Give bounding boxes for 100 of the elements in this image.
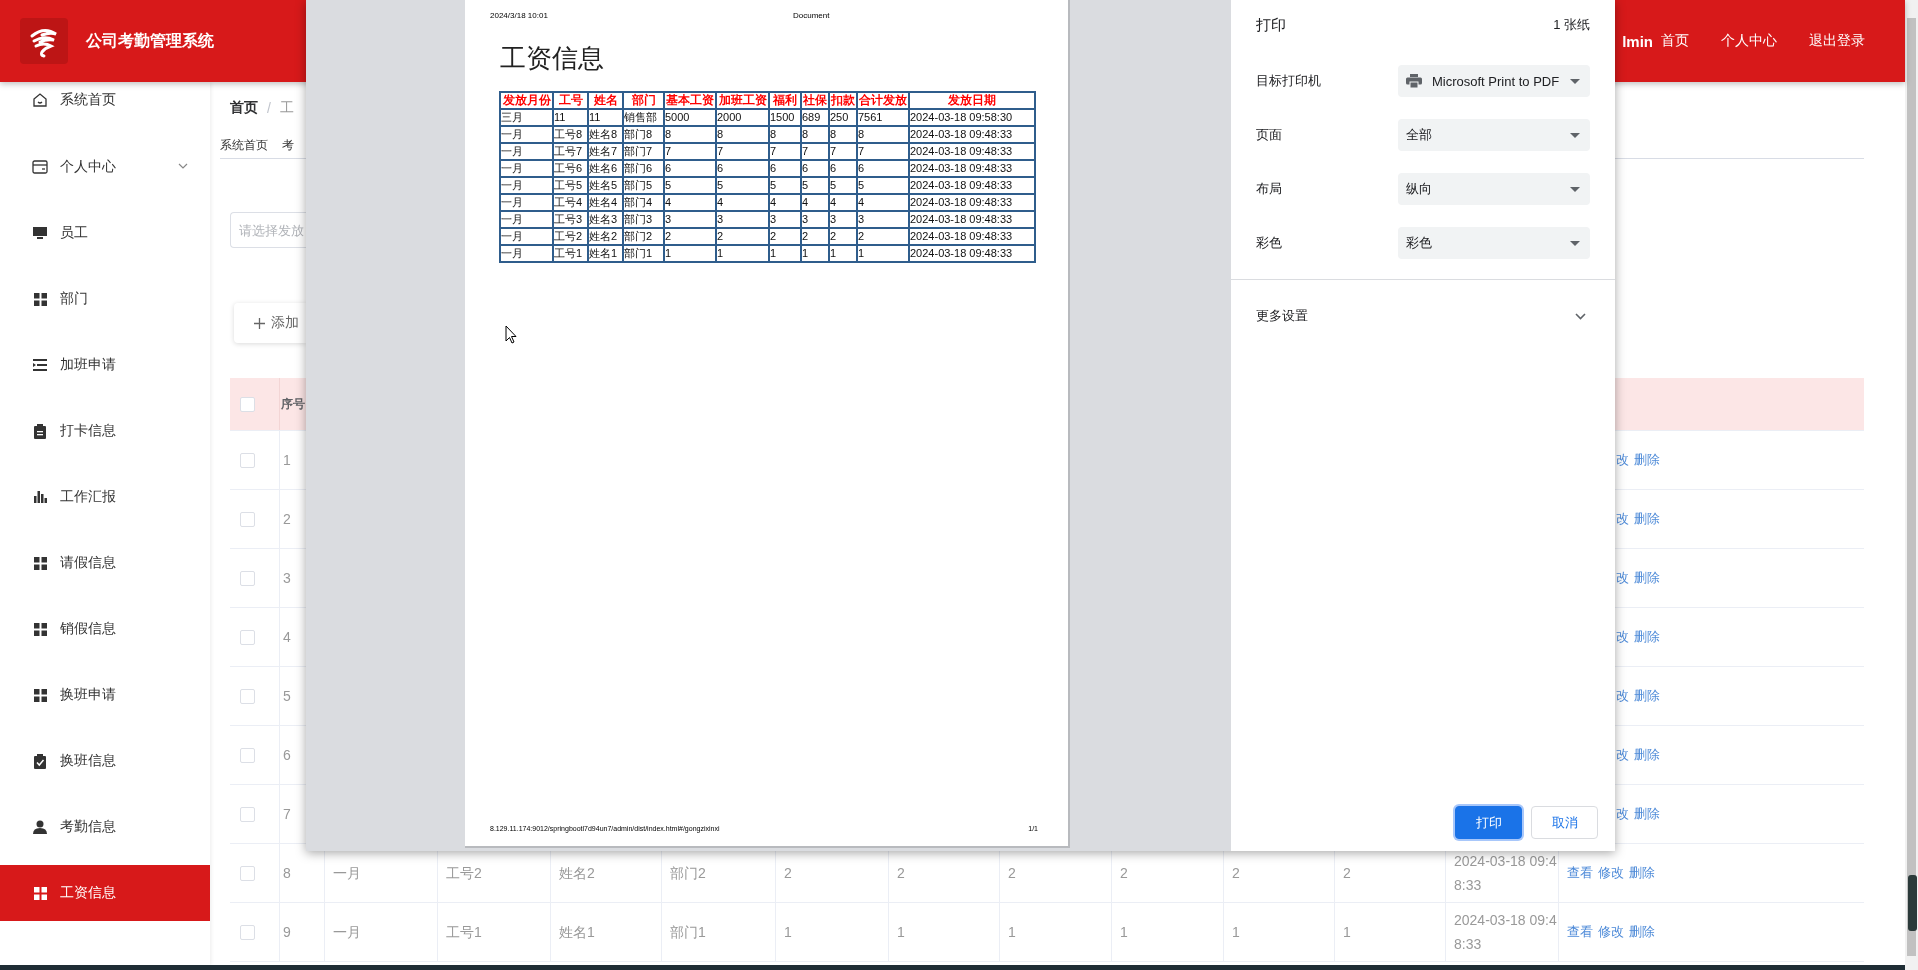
action-link[interactable]: 改 xyxy=(1616,746,1629,764)
action-link[interactable]: 改 xyxy=(1616,510,1629,528)
more-settings-toggle[interactable]: 更多设置 xyxy=(1256,298,1590,334)
printer-icon xyxy=(1406,74,1422,88)
table-cell: 三月 xyxy=(500,109,553,126)
sidebar-item[interactable]: 销假信息 xyxy=(0,601,210,657)
table-cell: 姓名5 xyxy=(588,177,623,194)
action-link[interactable]: 删除 xyxy=(1634,746,1660,764)
table-cell: 2 xyxy=(829,228,857,245)
nav-link[interactable]: 个人中心 xyxy=(1721,32,1777,50)
action-link[interactable]: 修改 xyxy=(1598,923,1624,941)
table-cell: 3 xyxy=(769,211,801,228)
table-cell: 2 xyxy=(857,228,909,245)
dialog-title: 打印 xyxy=(1256,15,1286,35)
column-header: 扣款 xyxy=(829,92,857,109)
sidebar-item[interactable]: 请假信息 xyxy=(0,535,210,591)
search-field[interactable]: 请选择发放 xyxy=(230,212,306,248)
site-title: 公司考勤管理系统 xyxy=(86,30,214,51)
table-cell: 部门8 xyxy=(623,126,664,143)
sidebar-item[interactable]: 换班申请 xyxy=(0,667,210,723)
table-cell: 4 xyxy=(829,194,857,211)
action-link[interactable]: 删除 xyxy=(1634,628,1660,646)
checkbox[interactable] xyxy=(240,629,255,645)
bar-chart-icon xyxy=(33,491,47,503)
action-link[interactable]: 改 xyxy=(1616,687,1629,705)
page-tab[interactable]: 系统首页 xyxy=(220,136,268,154)
table-cell-text: 部门1 xyxy=(670,923,706,942)
nav-link[interactable]: 首页 xyxy=(1661,32,1689,50)
action-link[interactable]: 删除 xyxy=(1634,451,1660,469)
checkbox[interactable] xyxy=(240,688,255,704)
table-cell-text: 一月 xyxy=(333,923,361,942)
table-cell-text: 2 xyxy=(897,864,905,883)
action-link[interactable]: 查看 xyxy=(1567,864,1593,882)
checkbox[interactable] xyxy=(240,511,255,527)
sidebar-item[interactable]: 换班信息 xyxy=(0,733,210,789)
action-link[interactable]: 改 xyxy=(1616,805,1629,823)
checkbox[interactable] xyxy=(240,396,255,412)
table-cell: 5 xyxy=(716,177,769,194)
breadcrumb-item[interactable]: 工 xyxy=(279,99,294,117)
sidebar-item[interactable]: 系统首页 xyxy=(0,82,210,118)
table-cell: 3 xyxy=(801,211,829,228)
column-header: 部门 xyxy=(623,92,664,109)
action-link[interactable]: 查看 xyxy=(1567,923,1593,941)
checkbox[interactable] xyxy=(240,806,255,822)
table-cell: 1 xyxy=(283,452,291,468)
setting-dropdown[interactable]: 全部 xyxy=(1398,119,1590,151)
table-cell: 7 xyxy=(283,806,291,822)
setting-dropdown[interactable]: Microsoft Print to PDF xyxy=(1398,65,1590,97)
breadcrumb-item[interactable]: 首页 xyxy=(230,99,258,117)
sidebar-item[interactable]: 员工 xyxy=(0,205,210,261)
action-link[interactable]: 删除 xyxy=(1629,864,1655,882)
setting-dropdown[interactable]: 彩色 xyxy=(1398,227,1590,259)
table-cell: 9 xyxy=(283,924,291,940)
checkbox[interactable] xyxy=(240,452,255,468)
table-cell-text: 1 xyxy=(1008,923,1016,942)
action-link[interactable]: 删除 xyxy=(1634,510,1660,528)
add-button[interactable]: 添加 xyxy=(234,303,306,343)
action-link[interactable]: 删除 xyxy=(1634,805,1660,823)
table-cell: 2 xyxy=(801,228,829,245)
action-link[interactable]: 改 xyxy=(1616,628,1629,646)
action-link[interactable]: 删除 xyxy=(1634,569,1660,587)
checkbox[interactable] xyxy=(240,865,255,881)
action-link[interactable]: 改 xyxy=(1616,451,1629,469)
action-link[interactable]: 修改 xyxy=(1598,864,1624,882)
table-cell: 6 xyxy=(801,160,829,177)
sidebar-item[interactable]: 考勤信息 xyxy=(0,799,210,855)
card-icon xyxy=(32,160,48,174)
table-cell: 250 xyxy=(829,109,857,126)
table-cell: 5 xyxy=(769,177,801,194)
page-tab[interactable]: 考 xyxy=(282,136,294,154)
sidebar-item[interactable]: 工作汇报 xyxy=(0,469,210,525)
column-header: 发放月份 xyxy=(500,92,553,109)
table-cell: 1500 xyxy=(769,109,801,126)
sidebar-item[interactable]: 加班申请 xyxy=(0,337,210,393)
sidebar-item[interactable]: 部门 xyxy=(0,271,210,327)
table-cell-text: 2024-03-18 09:48:33 xyxy=(1454,852,1558,895)
table-cell: 工号8 xyxy=(553,126,588,143)
clipboard-check-icon xyxy=(34,753,46,769)
sidebar-item[interactable]: 打卡信息 xyxy=(0,403,210,459)
checkbox[interactable] xyxy=(240,747,255,763)
setting-dropdown[interactable]: 纵向 xyxy=(1398,173,1590,205)
action-link[interactable]: 改 xyxy=(1616,569,1629,587)
checkbox[interactable] xyxy=(240,570,255,586)
table-cell: 8 xyxy=(857,126,909,143)
action-link[interactable]: 删除 xyxy=(1634,687,1660,705)
table-cell-text: 工号2 xyxy=(446,864,482,883)
table-cell: 7 xyxy=(801,143,829,160)
nav-link[interactable]: 退出登录 xyxy=(1809,32,1865,50)
floating-handle[interactable] xyxy=(1908,875,1917,931)
action-link[interactable]: 删除 xyxy=(1629,923,1655,941)
cancel-button[interactable]: 取消 xyxy=(1531,806,1598,839)
sidebar-item[interactable]: 个人中心 xyxy=(0,139,210,195)
table-cell: 5 xyxy=(664,177,716,194)
table-cell: 8 xyxy=(801,126,829,143)
print-button[interactable]: 打印 xyxy=(1455,806,1522,839)
table-cell: 5 xyxy=(857,177,909,194)
checkbox[interactable] xyxy=(240,924,255,940)
table-cell: 4 xyxy=(857,194,909,211)
sidebar-item[interactable]: 工资信息 xyxy=(0,865,210,921)
scrollbar[interactable] xyxy=(1905,0,1918,970)
